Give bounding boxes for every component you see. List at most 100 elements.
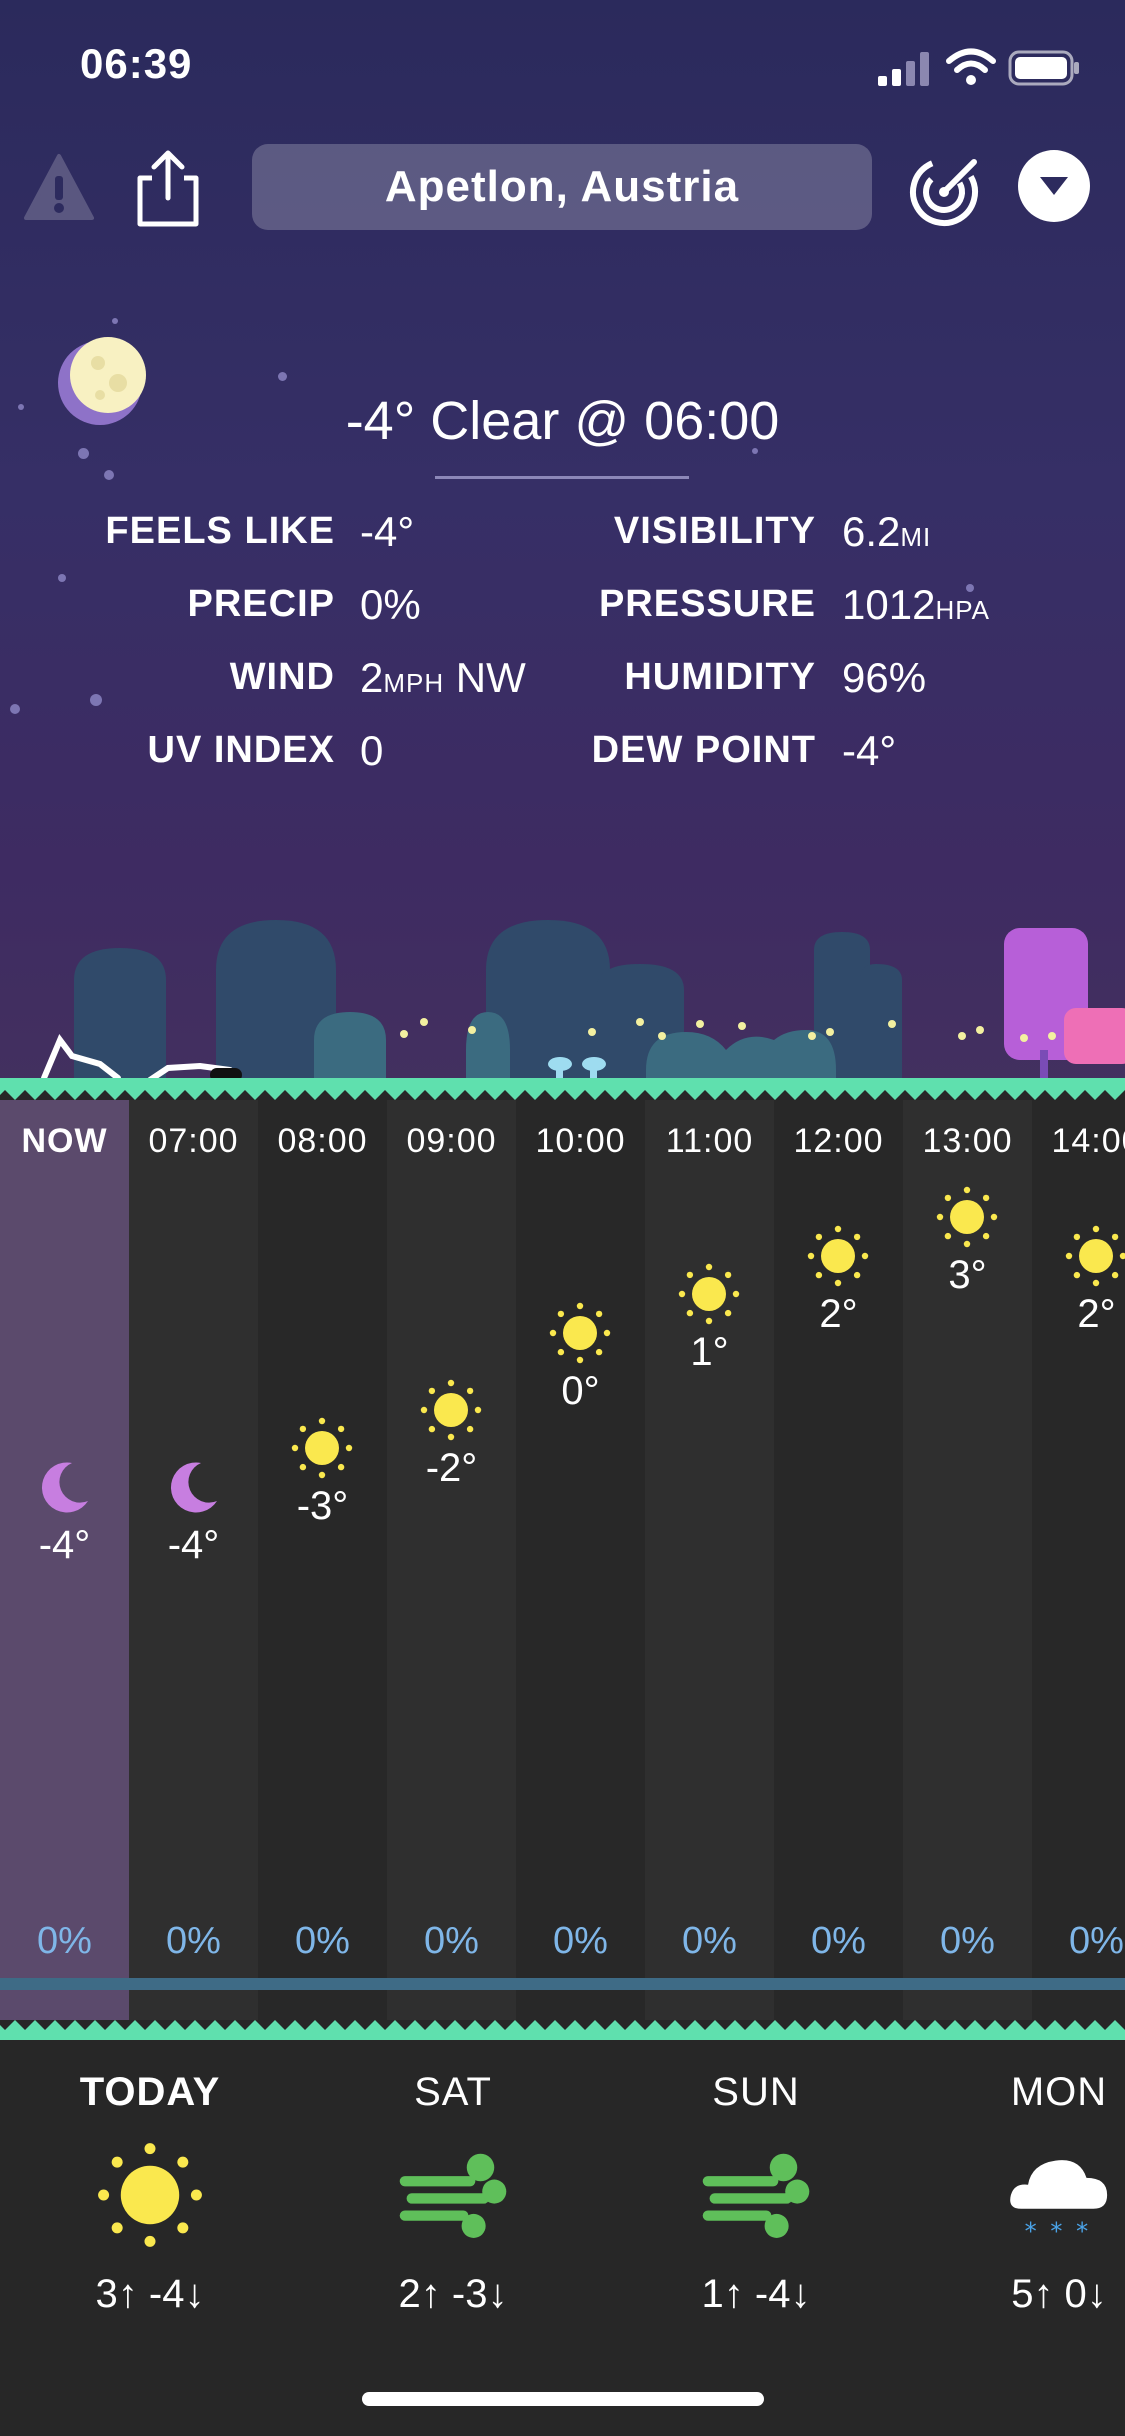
hour-time-label: 07:00 bbox=[148, 1122, 239, 1160]
hour-time-label: 11:00 bbox=[665, 1122, 754, 1160]
hour-precip-chance: 0% bbox=[166, 1920, 221, 1962]
hour-column-0900[interactable]: 09:00 -2° 0% bbox=[387, 1100, 516, 2020]
day-high-low: 2↑ -3↓ bbox=[398, 2272, 508, 2316]
alert-icon[interactable] bbox=[24, 152, 94, 222]
hour-temperature: 2° bbox=[1077, 1292, 1116, 1336]
star-decoration bbox=[104, 470, 114, 480]
day-label: SUN bbox=[712, 2070, 800, 2114]
wind-value: 2MPH NW bbox=[360, 654, 526, 702]
star-decoration bbox=[10, 704, 20, 714]
hour-column-1300[interactable]: 13:00 3° 0% bbox=[903, 1100, 1032, 2020]
moon-icon bbox=[32, 1455, 96, 1519]
home-indicator[interactable] bbox=[362, 2392, 764, 2406]
location-name: Apetlon, Austria bbox=[384, 162, 740, 211]
hour-column-now[interactable]: NOW -4° 0% bbox=[0, 1100, 129, 2020]
hour-column-0700[interactable]: 07:00 -4° 0% bbox=[129, 1100, 258, 2020]
summary-divider bbox=[435, 476, 689, 479]
svg-text:*: * bbox=[1025, 2218, 1037, 2246]
day-label: TODAY bbox=[79, 2070, 221, 2114]
hour-precip-chance: 0% bbox=[424, 1920, 479, 1962]
feels-like-value: -4° bbox=[360, 508, 415, 555]
day-label: MON bbox=[1010, 2070, 1108, 2114]
humidity-value: 96% bbox=[842, 654, 927, 701]
hour-precip-chance: 0% bbox=[811, 1920, 866, 1962]
wind-direction: NW bbox=[444, 654, 526, 701]
hour-time-label: 08:00 bbox=[277, 1122, 368, 1160]
wind-label: WIND bbox=[229, 656, 335, 698]
uv-index-value: 0 bbox=[360, 727, 384, 774]
pressure-number: 1012 bbox=[842, 581, 936, 628]
hour-time-label: 09:00 bbox=[406, 1122, 497, 1160]
wind-unit: MPH bbox=[383, 668, 445, 698]
pressure-label: PRESSURE bbox=[598, 583, 816, 625]
hour-column-1000[interactable]: 10:00 0° 0% bbox=[516, 1100, 645, 2020]
day-high-low: 1↑ -4↓ bbox=[701, 2272, 811, 2316]
current-summary: -4° Clear @ 06:00 bbox=[345, 391, 780, 451]
sun-icon bbox=[677, 1262, 741, 1326]
sun-icon bbox=[290, 1416, 354, 1480]
hour-column-1200[interactable]: 12:00 2° 0% bbox=[774, 1100, 903, 2020]
hour-precip-chance: 0% bbox=[940, 1920, 995, 1962]
svg-text:*: * bbox=[1050, 2218, 1062, 2246]
battery-icon bbox=[1008, 50, 1079, 86]
status-bar-time: 06:39 bbox=[80, 40, 193, 87]
day-column-sat[interactable]: SAT 2↑ -3↓ bbox=[303, 2040, 603, 2340]
dew-point-label: DEW POINT bbox=[591, 729, 816, 771]
moon-icon bbox=[161, 1455, 225, 1519]
pressure-value: 1012HPA bbox=[842, 581, 990, 629]
grass-divider-bottom bbox=[0, 2020, 1125, 2042]
hour-time-label: 10:00 bbox=[535, 1122, 626, 1160]
share-icon[interactable] bbox=[130, 148, 206, 228]
hour-precip-chance: 0% bbox=[37, 1920, 92, 1962]
svg-text:*: * bbox=[1076, 2218, 1088, 2246]
day-column-today[interactable]: TODAY 3↑ -4↓ bbox=[0, 2040, 300, 2340]
hour-time-label: 14:00 bbox=[1051, 1122, 1125, 1160]
hour-precip-chance: 0% bbox=[553, 1920, 608, 1962]
day-high-low: 3↑ -4↓ bbox=[95, 2272, 205, 2316]
humidity-label: HUMIDITY bbox=[624, 656, 816, 698]
sun-icon bbox=[419, 1378, 483, 1442]
precip-label: PRECIP bbox=[187, 583, 335, 625]
day-column-mon[interactable]: MON * * * 5↑ 0↓ bbox=[909, 2040, 1125, 2340]
wind-icon bbox=[398, 2140, 508, 2250]
pressure-unit: HPA bbox=[935, 595, 990, 625]
hour-column-1100[interactable]: 11:00 1° 0% bbox=[645, 1100, 774, 2020]
landscape-illustration bbox=[41, 920, 1125, 1090]
day-column-sun[interactable]: SUN 1↑ -4↓ bbox=[606, 2040, 906, 2340]
wind-icon bbox=[701, 2140, 811, 2250]
visibility-number: 6.2 bbox=[842, 508, 901, 555]
visibility-label: VISIBILITY bbox=[613, 510, 816, 552]
hour-column-0800[interactable]: 08:00 -3° 0% bbox=[258, 1100, 387, 2020]
wifi-icon bbox=[946, 48, 996, 85]
star-decoration bbox=[278, 372, 287, 381]
hour-time-label: 12:00 bbox=[793, 1122, 884, 1160]
hour-temperature: 0° bbox=[561, 1369, 600, 1413]
chevron-down-icon bbox=[1040, 177, 1068, 195]
day-high-low: 5↑ 0↓ bbox=[1011, 2272, 1107, 2316]
hour-temperature: 3° bbox=[948, 1253, 987, 1297]
radar-icon[interactable] bbox=[908, 152, 984, 228]
location-selector-button[interactable]: Apetlon, Austria bbox=[252, 144, 872, 230]
hour-temperature: 2° bbox=[819, 1292, 858, 1336]
dew-point-value: -4° bbox=[842, 727, 897, 774]
uv-index-label: UV INDEX bbox=[147, 729, 335, 771]
hour-column-1400[interactable]: 14:00 2° 0% bbox=[1032, 1100, 1125, 2020]
hour-time-label: 13:00 bbox=[922, 1122, 1013, 1160]
snow-cloud-icon: * * * bbox=[1004, 2140, 1114, 2250]
hour-temperature: -3° bbox=[296, 1484, 349, 1528]
sun-icon bbox=[95, 2140, 205, 2250]
dropdown-menu-button[interactable] bbox=[1018, 150, 1090, 222]
hour-time-label: NOW bbox=[21, 1122, 108, 1160]
current-conditions-panel: 06:39 Apetlon, Austria -4° Clear @ 06:00… bbox=[0, 0, 1125, 1090]
hour-temperature: -4° bbox=[38, 1523, 91, 1567]
hour-precip-chance: 0% bbox=[1069, 1920, 1124, 1962]
feels-like-label: FEELS LIKE bbox=[105, 510, 335, 552]
cellular-signal-icon bbox=[878, 52, 929, 86]
hourly-forecast[interactable]: NOW -4° 0% 07:00 -4° 0% 08:00 -3° 0% 09:00 -2° 0% 10… bbox=[0, 1100, 1125, 2020]
precipitation-bar bbox=[0, 1978, 1125, 1990]
precip-value: 0% bbox=[360, 581, 421, 628]
hour-precip-chance: 0% bbox=[295, 1920, 350, 1962]
sun-icon bbox=[1064, 1224, 1125, 1288]
star-decoration bbox=[112, 318, 118, 324]
daily-forecast[interactable]: TODAY 3↑ -4↓ SAT 2↑ -3↓ SUN 1↑ -4↓ MON * * * 5↑ 0↓ bbox=[0, 2040, 1125, 2436]
